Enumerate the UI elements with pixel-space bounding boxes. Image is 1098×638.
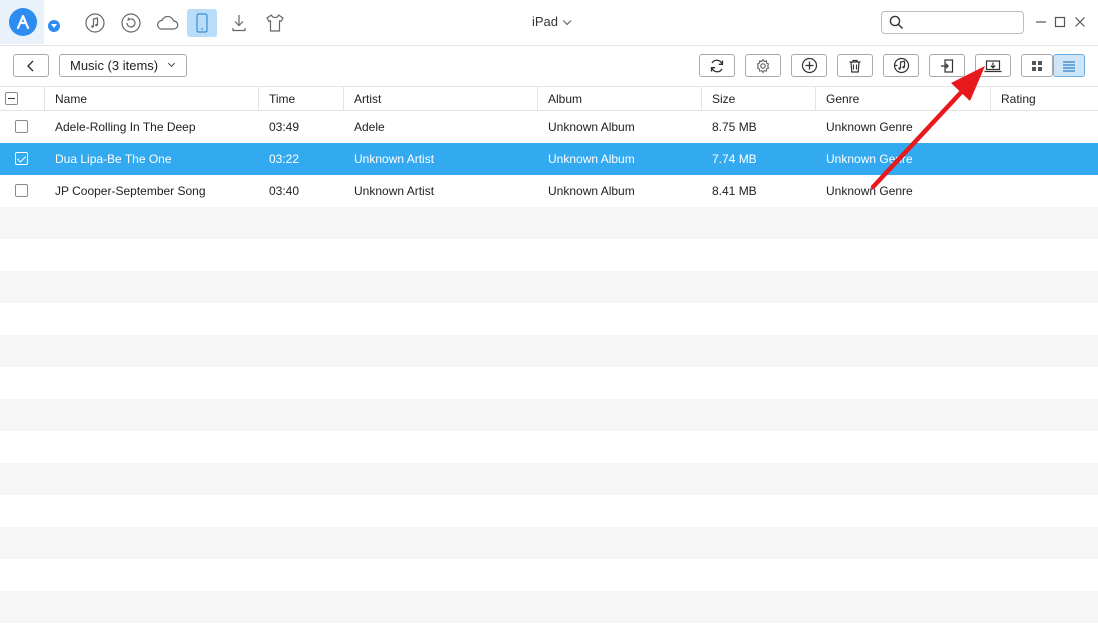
delete-icon [849,59,861,73]
itunes-icon [893,57,909,74]
settings-icon [756,57,770,74]
back-button[interactable] [13,54,49,77]
add-button[interactable] [791,54,827,77]
empty-row [0,591,1098,623]
phone-icon[interactable] [187,9,217,37]
device-name: iPad [531,14,559,29]
list-view-button[interactable] [1053,54,1085,77]
song-size: 7.74 MB [712,152,757,166]
song-rating[interactable] [1001,143,1091,175]
music-note-icon[interactable] [80,9,110,37]
chevron-left-icon [27,60,34,71]
empty-row [0,463,1098,495]
song-genre: Unknown Genre [826,152,913,166]
empty-row [0,527,1098,559]
row-checkbox[interactable] [15,120,28,133]
empty-row [0,559,1098,591]
song-artist: Unknown Artist [354,152,435,166]
search-icon [889,15,904,33]
select-all-column [0,87,44,111]
device-selector[interactable]: iPad [500,14,600,29]
empty-row [0,239,1098,271]
refresh-icon [710,59,724,72]
select-all-checkbox[interactable] [5,92,18,105]
table-row[interactable]: Adele-Rolling In The Deep 03:49 Adele Un… [0,111,1098,143]
export-to-computer-button[interactable] [975,54,1011,77]
grid-view-icon [1032,60,1042,71]
column-header-album[interactable]: Album [537,87,701,111]
empty-row [0,623,1098,638]
tshirt-icon[interactable] [260,9,290,37]
app-logo-area[interactable] [0,0,44,44]
grid-view-button[interactable] [1021,54,1053,77]
maximize-icon[interactable] [1052,14,1068,30]
table-row[interactable]: Dua Lipa-Be The One 03:22 Unknown Artist… [0,143,1098,175]
export-to-device-button[interactable] [929,54,965,77]
song-name: Adele-Rolling In The Deep [55,120,196,134]
category-dropdown[interactable]: Music (3 items) [59,54,187,77]
column-header-name[interactable]: Name [44,87,258,111]
song-artist: Unknown Artist [354,184,435,198]
song-time: 03:40 [269,184,300,198]
export-to-device-icon [941,58,954,73]
song-album: Unknown Album [548,184,635,198]
title-bar: iPad [0,0,1098,46]
song-rating[interactable] [1001,111,1091,143]
song-size: 8.75 MB [712,120,757,134]
song-album: Unknown Album [548,120,635,134]
toolbar: Music (3 items) [0,46,1098,86]
history-icon[interactable] [116,9,146,37]
song-name: Dua Lipa-Be The One [55,152,172,166]
app-logo-icon[interactable] [9,8,37,36]
table-header: Name Time Artist Album Size Genre Rating [0,86,1098,111]
column-header-rating[interactable]: Rating [990,87,1098,111]
minimize-icon[interactable] [1033,14,1049,30]
empty-row [0,207,1098,239]
song-time: 03:49 [269,120,300,134]
empty-row [0,431,1098,463]
app-menu-dropdown-icon[interactable] [48,20,60,32]
song-genre: Unknown Genre [826,120,913,134]
empty-row [0,303,1098,335]
table-row[interactable]: JP Cooper-September Song 03:40 Unknown A… [0,175,1098,207]
search-box[interactable] [881,11,1024,34]
empty-row [0,495,1098,527]
chevron-down-icon [167,59,176,68]
song-size: 8.41 MB [712,184,757,198]
song-time: 03:22 [269,152,300,166]
empty-row [0,335,1098,367]
column-header-size[interactable]: Size [701,87,815,111]
itunes-button[interactable] [883,54,919,77]
delete-button[interactable] [837,54,873,77]
song-list: Adele-Rolling In The Deep 03:49 Adele Un… [0,111,1098,638]
download-icon[interactable] [224,9,254,37]
column-header-artist[interactable]: Artist [343,87,537,111]
row-checkbox[interactable] [15,184,28,197]
chevron-down-icon [562,16,572,26]
list-view-icon [1063,60,1075,72]
row-checkbox[interactable] [15,152,28,165]
category-label: Music (3 items) [70,58,159,73]
empty-row [0,271,1098,303]
empty-row [0,399,1098,431]
song-name: JP Cooper-September Song [55,184,206,198]
column-header-genre[interactable]: Genre [815,87,990,111]
refresh-button[interactable] [699,54,735,77]
song-artist: Adele [354,120,385,134]
empty-row [0,367,1098,399]
song-rating[interactable] [1001,175,1091,207]
export-to-computer-icon [984,59,1002,72]
cloud-icon[interactable] [152,9,182,37]
settings-button[interactable] [745,54,781,77]
close-icon[interactable] [1072,14,1088,30]
song-album: Unknown Album [548,152,635,166]
add-icon [801,57,817,74]
search-input[interactable] [908,14,1018,31]
song-genre: Unknown Genre [826,184,913,198]
column-header-time[interactable]: Time [258,87,343,111]
